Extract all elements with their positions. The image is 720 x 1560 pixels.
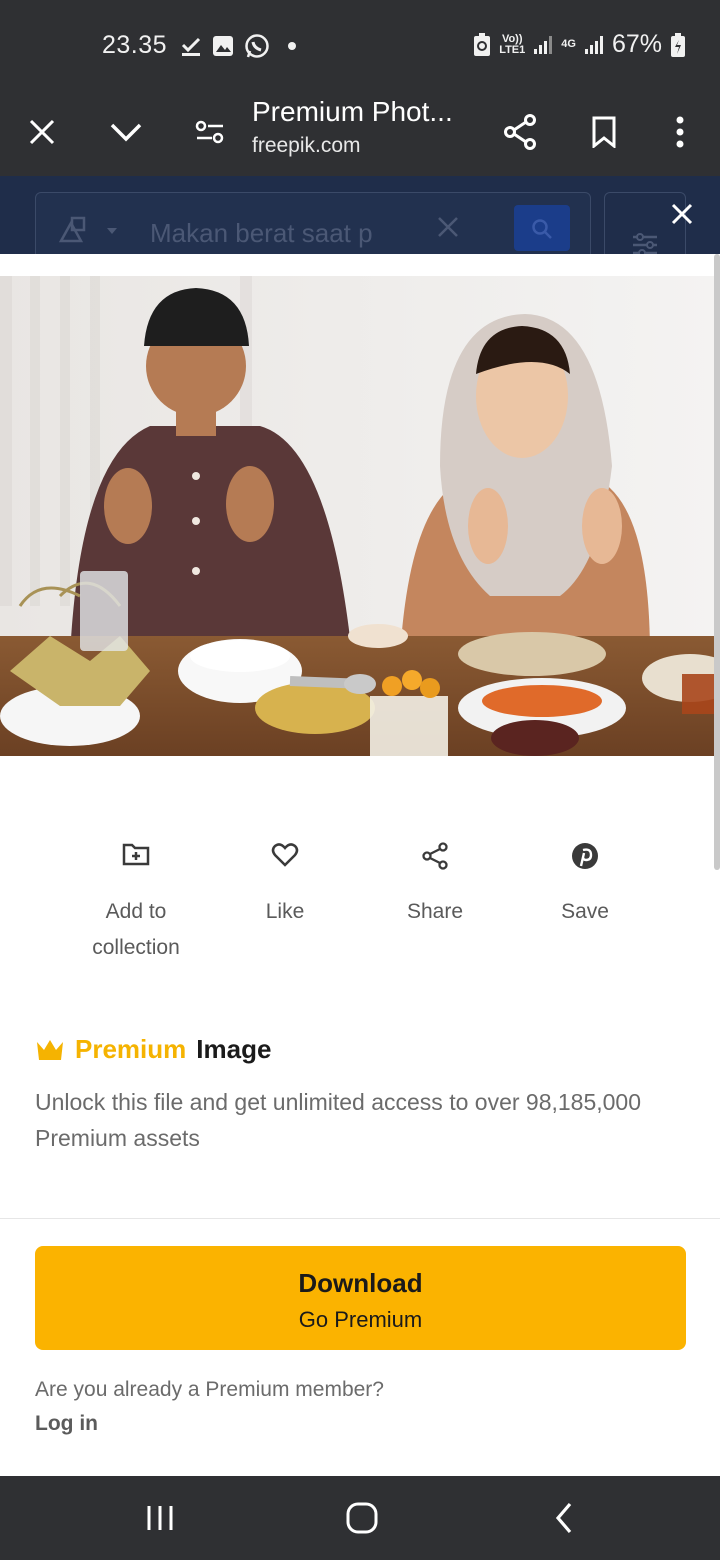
page-title: Premium Phot... [252, 96, 453, 127]
download-button[interactable]: Download Go Premium [35, 1246, 686, 1350]
close-tab-button[interactable] [12, 102, 72, 162]
member-question: Are you already a Premium member? [35, 1378, 384, 1401]
recent-apps-icon [147, 1506, 173, 1530]
background-page: Makan berat saat p [0, 176, 720, 262]
back-button[interactable] [534, 1496, 594, 1540]
tune-icon [195, 120, 224, 144]
modal-close-button[interactable] [664, 196, 700, 232]
save-pinterest-button[interactable]: Save [510, 842, 660, 930]
photo-illustration [0, 276, 720, 756]
add-to-collection-button[interactable]: Add to collection [61, 842, 211, 966]
go-premium-label: Go Premium [298, 1307, 423, 1332]
background-search-text: Makan berat saat p [150, 218, 373, 248]
checkmark-icon [181, 37, 201, 56]
pinterest-icon [572, 843, 598, 869]
heart-icon [271, 843, 299, 867]
back-icon [555, 1502, 572, 1534]
background-search-button [514, 205, 570, 251]
bookmark-button[interactable] [574, 102, 634, 162]
network-4g-label: 4G [561, 38, 576, 50]
preview-photo[interactable] [0, 276, 720, 756]
add-to-collection-label: Add to collection [92, 900, 180, 959]
chevron-down-icon [110, 123, 142, 142]
asset-type-label: Image [196, 1034, 272, 1064]
resource-detail-sheet: Add to collection Like Share Save Premium… [0, 254, 720, 1476]
divider [0, 1218, 720, 1219]
crown-icon [37, 1039, 63, 1060]
signal-icon-2 [584, 35, 603, 54]
more-vert-icon [676, 116, 684, 148]
premium-label: Premium [75, 1034, 187, 1064]
volte-label: Vo)) LTE1 [499, 32, 526, 56]
like-button[interactable]: Like [210, 842, 360, 930]
caret-down-icon [107, 228, 117, 234]
page-url: freepik.com [252, 134, 361, 157]
notification-icons [180, 33, 296, 59]
status-time: 23.35 [102, 31, 168, 59]
shapes-icon [58, 216, 86, 243]
save-label: Save [561, 900, 609, 923]
bookmark-icon [592, 116, 616, 148]
more-notifications-dot [288, 42, 296, 50]
share-label: Share [406, 900, 464, 923]
site-settings-button[interactable] [180, 102, 240, 162]
share-page-button[interactable] [490, 102, 550, 162]
premium-description: Unlock this file and get unlimited acces… [35, 1089, 642, 1151]
search-icon [532, 219, 552, 239]
gallery-icon [213, 36, 233, 56]
minimize-button[interactable] [96, 102, 156, 162]
more-options-button[interactable] [650, 102, 710, 162]
close-icon [671, 203, 693, 225]
battery-saver-icon [474, 32, 491, 56]
signal-icon-1 [534, 35, 553, 54]
battery-percent: 67% [611, 30, 662, 58]
clear-search-icon [438, 217, 458, 237]
status-right: Vo)) LTE1 4G 67% [473, 30, 686, 59]
battery-icon [671, 32, 685, 57]
home-button[interactable] [332, 1496, 392, 1540]
browser-toolbar: Premium Phot... freepik.com [0, 92, 720, 176]
folder-plus-icon [122, 843, 150, 866]
download-label: Download [298, 1268, 423, 1298]
close-icon [29, 119, 55, 145]
action-row: Add to collection Like Share Save [0, 842, 720, 972]
login-link[interactable]: Log in [35, 1412, 98, 1436]
system-navigation-bar [0, 1476, 720, 1560]
sheet-scrollbar[interactable] [714, 254, 720, 870]
premium-heading: Premium Image [35, 1034, 271, 1065]
status-bar: 23.35 Vo)) LTE1 4G 67% [0, 0, 720, 92]
like-label: Like [265, 900, 305, 923]
share-icon [504, 114, 536, 150]
recent-apps-button[interactable] [130, 1496, 190, 1540]
share-icon [422, 842, 448, 870]
whatsapp-icon [245, 34, 269, 58]
share-button[interactable]: Share [360, 842, 510, 930]
home-icon [346, 1502, 378, 1534]
